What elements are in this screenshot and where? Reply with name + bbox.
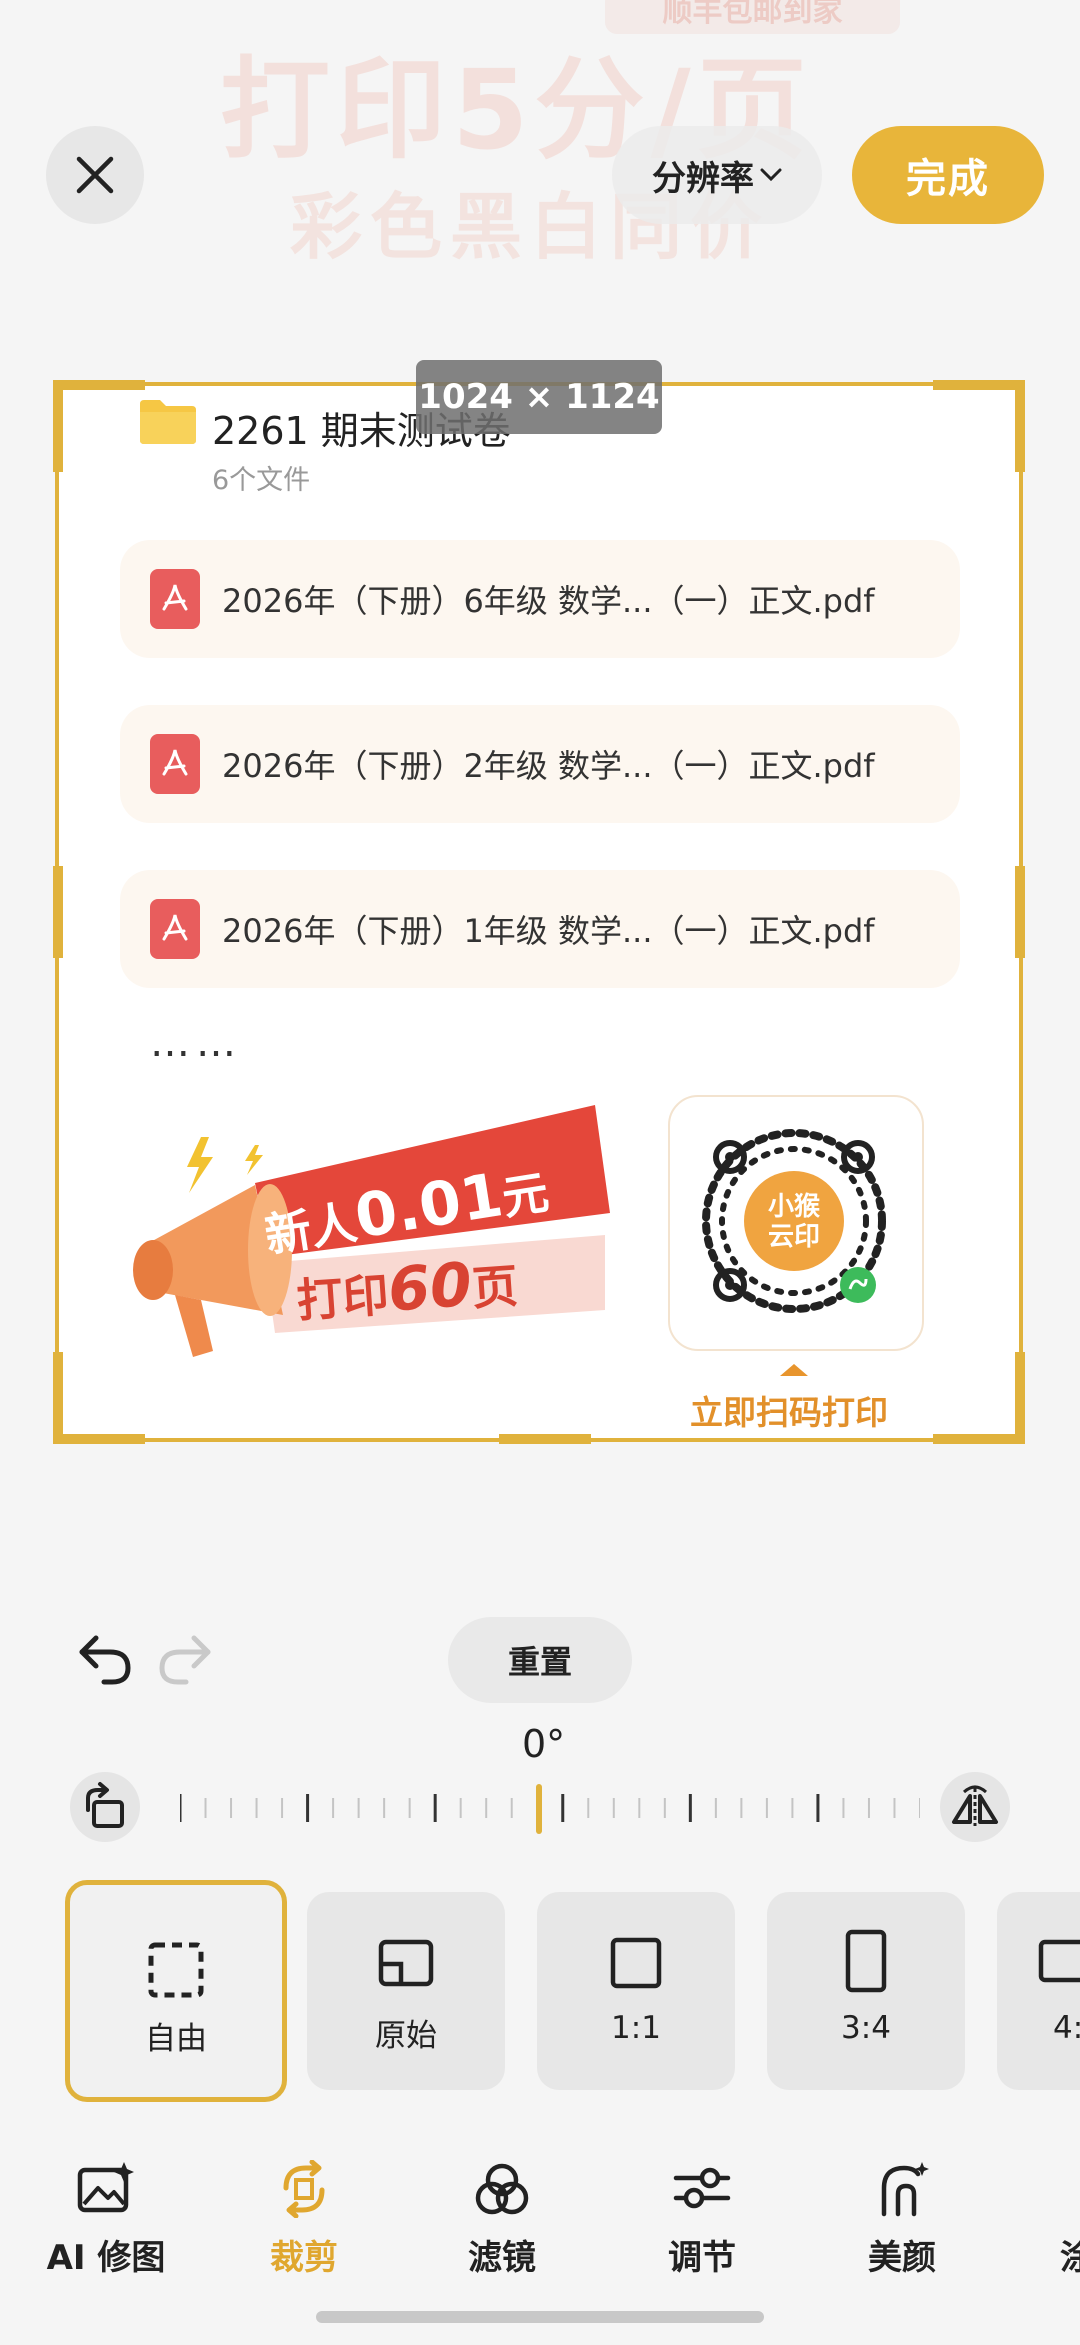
nav-more[interactable]: 涂 [1020,2160,1080,2280]
beauty-icon [881,2162,929,2217]
rotate-icon [86,1782,124,1828]
promo-line2-unit: 页 [470,1259,520,1316]
ratio-label: 3:4 [841,2010,891,2046]
folder-icon [140,400,196,444]
nav-ai-retouch[interactable]: AI 修图 [26,2160,186,2280]
nav-adjust[interactable]: 调节 [622,2160,782,2280]
flip-icon [952,1785,998,1826]
nav-filter[interactable]: 滤镜 [422,2160,582,2280]
more-files-ellipsis: …… [150,1020,242,1066]
nav-label: 涂 [1060,2238,1080,2278]
ruler-indicator [536,1784,542,1834]
ratio-label: 1:1 [611,2010,661,2046]
nav-label: 调节 [668,2238,736,2278]
lightning-icon [187,1137,213,1193]
file-row: 2026年（下册）1年级 数学...（一）正文.pdf [120,870,960,988]
crop-handle-right[interactable] [1015,866,1025,958]
ratio-3-4[interactable]: 3:4 [767,1892,965,2090]
pdf-icon [150,569,200,629]
promo-line1-unit: 元 [498,1165,552,1226]
crop-handle-top-left-vertical[interactable] [53,380,63,472]
pdf-icon [150,734,200,794]
file-row: 2026年（下册）2年级 数学...（一）正文.pdf [120,705,960,823]
nav-label: 滤镜 [468,2238,536,2278]
promo-banner: 新人0.01元 打印60页 [133,1105,610,1357]
redo-icon[interactable] [156,1632,214,1686]
lightning-icon [245,1145,263,1175]
nav-crop[interactable]: 裁剪 [224,2160,384,2280]
free-crop-icon [148,1942,204,1998]
filter-icon [475,2163,529,2215]
chevron-down-icon [760,168,782,182]
adjust-icon [673,2167,731,2209]
pdf-icon [150,899,200,959]
ruler-ticks [180,1794,920,1822]
promo-line2-prefix: 打印 [295,1268,391,1328]
nav-label: 裁剪 [270,2238,338,2278]
ratio-label: 原始 [375,2018,437,2054]
landscape-ratio-icon [1038,1939,1080,1983]
file-name: 2026年（下册）1年级 数学...（一）正文.pdf [222,912,875,950]
ratio-free[interactable]: 自由 [65,1880,287,2102]
close-icon [76,156,114,194]
resolution-label: 分辨率 [652,158,754,199]
undo-icon[interactable] [76,1632,134,1686]
close-button[interactable] [46,126,144,224]
crop-handle-bottom-right[interactable] [933,1434,1025,1444]
crop-handle-top-right[interactable] [933,380,1025,390]
qr-code-card: 小猴 云印 [668,1095,924,1351]
svg-text:小猴: 小猴 [768,1192,821,1222]
svg-text:云印: 云印 [768,1222,820,1252]
ratio-1-1[interactable]: 1:1 [537,1892,735,2090]
crop-handle-left[interactable] [53,866,63,958]
crop-icon [283,2160,325,2218]
flip-button[interactable] [940,1772,1010,1842]
rotation-ruler[interactable] [180,1780,920,1836]
crop-handle-top-right-vertical[interactable] [1015,380,1025,472]
nav-label: 美颜 [868,2238,936,2278]
file-name: 2026年（下册）6年级 数学...（一）正文.pdf [222,582,875,620]
nav-label: AI 修图 [46,2238,166,2278]
ai-image-icon [77,2162,134,2213]
square-ratio-icon [610,1937,662,1989]
ratio-label: 4:3 [1053,2010,1080,2046]
folder-subtitle: 6个文件 [212,465,311,496]
crop-handle-top-left[interactable] [53,380,145,390]
crop-handle-bottom-right-vertical[interactable] [1015,1352,1025,1444]
rotate-button[interactable] [70,1772,140,1842]
scan-arrow-icon [780,1364,808,1376]
rotation-angle: 0° [522,1722,566,1766]
file-row: 2026年（下册）6年级 数学...（一）正文.pdf [120,540,960,658]
reset-button[interactable]: 重置 [448,1617,632,1703]
crop-handle-bottom-left-vertical[interactable] [53,1352,63,1444]
scan-to-print-label: 立即扫码打印 [690,1393,888,1432]
done-button[interactable]: 完成 [852,126,1044,224]
ratio-label: 自由 [145,2021,207,2057]
portrait-ratio-icon [845,1929,887,1993]
home-indicator [316,2311,764,2323]
crop-handle-bottom-left[interactable] [53,1434,145,1444]
qr-code-icon: 小猴 云印 [702,1129,886,1313]
file-name: 2026年（下册）2年级 数学...（一）正文.pdf [222,747,875,785]
nav-beauty[interactable]: 美颜 [822,2160,982,2280]
promo-line2-value: 60 [386,1250,474,1326]
crop-size-badge: 1024 × 1124 [416,360,662,434]
crop-handle-bottom[interactable] [499,1434,591,1444]
original-ratio-icon [378,1939,434,1987]
ratio-original[interactable]: 原始 [307,1892,505,2090]
resolution-dropdown[interactable]: 分辨率 [612,126,822,224]
ratio-4-3[interactable]: 4:3 [997,1892,1080,2090]
